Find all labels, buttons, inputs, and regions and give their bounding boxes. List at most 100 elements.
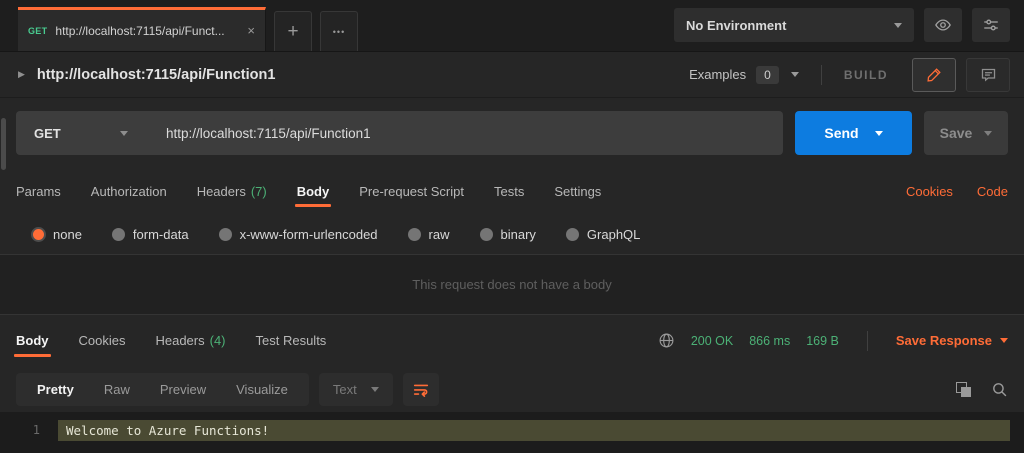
settings-sliders-button[interactable] [972,8,1010,42]
response-time: 866 ms [749,334,790,348]
tab-body-label: Body [297,184,330,199]
caret-right-icon[interactable]: ▶ [18,69,25,80]
environment-selected: No Environment [686,18,886,33]
request-header: ▶ http://localhost:7115/api/Function1 Ex… [0,52,1024,98]
url-input[interactable]: http://localhost:7115/api/Function1 [142,126,371,141]
comments-button[interactable] [966,58,1010,92]
empty-body-message-area: This request does not have a body [0,254,1024,314]
view-visualize[interactable]: Visualize [221,373,303,406]
save-response-label: Save Response [896,333,992,348]
body-type-form-data-label: form-data [133,227,189,242]
radio-icon [408,228,421,241]
request-tab-title: http://localhost:7115/api/Funct... [55,24,239,38]
eye-icon [934,16,952,34]
radio-icon [219,228,232,241]
divider [821,65,822,85]
save-response-button[interactable]: Save Response [896,333,1008,348]
copy-icon[interactable] [956,382,971,397]
status-badge: 200 OK [691,334,733,348]
chevron-down-icon [1000,338,1008,347]
response-view-switcher: Pretty Raw Preview Visualize [16,373,309,406]
send-button[interactable]: Send [795,111,912,155]
cookies-link[interactable]: Cookies [906,184,953,199]
response-tabs: Body Cookies Headers (4) Test Results 20… [0,314,1024,366]
request-tab-method: GET [28,26,47,36]
line-number: 1 [0,420,58,441]
left-scrollbar-thumb[interactable] [1,118,6,170]
view-pretty[interactable]: Pretty [22,373,89,406]
response-tab-cookies[interactable]: Cookies [79,315,126,366]
send-button-label: Send [824,125,858,141]
divider [867,331,868,351]
radio-icon [480,228,493,241]
tab-headers[interactable]: Headers (7) [197,168,267,214]
environment-selector[interactable]: No Environment [674,8,914,42]
response-format-selected: Text [333,382,357,397]
tab-settings[interactable]: Settings [554,168,601,214]
network-globe-icon[interactable] [658,332,675,349]
response-body-line[interactable]: Welcome to Azure Functions! [58,420,1010,441]
response-toolbar-right [956,381,1008,398]
build-label: BUILD [844,68,888,82]
body-type-graphql-label: GraphQL [587,227,640,242]
body-type-form-data[interactable]: form-data [112,227,189,242]
tab-tests[interactable]: Tests [494,168,524,214]
examples-label[interactable]: Examples [689,67,746,82]
radio-icon [112,228,125,241]
close-tab-icon[interactable]: × [247,24,255,37]
tab-pre-request-script[interactable]: Pre-request Script [359,168,464,214]
request-tabs: Params Authorization Headers (7) Body Pr… [0,168,1024,214]
body-type-graphql[interactable]: GraphQL [566,227,640,242]
search-icon[interactable] [991,381,1008,398]
environment-area: No Environment [674,8,1024,51]
url-box: GET http://localhost:7115/api/Function1 [16,111,783,155]
response-tab-test-results[interactable]: Test Results [256,315,327,366]
radio-icon [566,228,579,241]
method-selector[interactable]: GET [16,111,142,155]
tab-params-label: Params [16,184,61,199]
send-options-chevron-icon[interactable] [875,131,883,140]
examples-count-badge: 0 [756,66,779,84]
body-type-binary[interactable]: binary [480,227,536,242]
tab-authorization[interactable]: Authorization [91,168,167,214]
wrap-lines-button[interactable] [403,373,439,406]
tab-params[interactable]: Params [16,168,61,214]
body-type-none-label: none [53,227,82,242]
view-raw[interactable]: Raw [89,373,145,406]
body-type-none[interactable]: none [32,227,82,242]
pencil-icon [926,66,943,83]
save-button[interactable]: Save [924,111,1008,155]
code-link[interactable]: Code [977,184,1008,199]
response-body: 1 Welcome to Azure Functions! [0,412,1024,453]
view-preview[interactable]: Preview [145,373,221,406]
body-type-binary-label: binary [501,227,536,242]
response-tab-headers-count: (4) [210,333,226,348]
body-type-raw-label: raw [429,227,450,242]
request-tabs-links: Cookies Code [906,168,1008,214]
response-format-selector[interactable]: Text [319,373,393,406]
tab-body[interactable]: Body [297,168,330,214]
body-type-raw[interactable]: raw [408,227,450,242]
postman-app: GET http://localhost:7115/api/Funct... ×… [0,0,1024,453]
request-tab[interactable]: GET http://localhost:7115/api/Funct... × [18,7,266,51]
tab-bar: GET http://localhost:7115/api/Funct... ×… [0,0,1024,52]
tab-settings-label: Settings [554,184,601,199]
chevron-down-icon[interactable] [791,72,799,81]
empty-body-message: This request does not have a body [412,277,611,292]
save-options-chevron-icon[interactable] [984,131,992,140]
tab-pre-request-script-label: Pre-request Script [359,184,464,199]
response-tab-headers[interactable]: Headers (4) [155,315,225,366]
comment-icon [980,66,997,83]
response-size: 169 B [806,334,839,348]
new-tab-button[interactable]: + [274,11,312,51]
response-toolbar: Pretty Raw Preview Visualize Text [0,366,1024,412]
environment-quick-look-button[interactable] [924,8,962,42]
tab-options-button[interactable]: ••• [320,11,358,51]
chevron-down-icon [894,23,902,32]
sliders-icon [982,16,1000,34]
tab-authorization-label: Authorization [91,184,167,199]
response-tab-cookies-label: Cookies [79,333,126,348]
response-tab-body[interactable]: Body [16,315,49,366]
edit-mode-button[interactable] [912,58,956,92]
body-type-x-www-form-urlencoded[interactable]: x-www-form-urlencoded [219,227,378,242]
